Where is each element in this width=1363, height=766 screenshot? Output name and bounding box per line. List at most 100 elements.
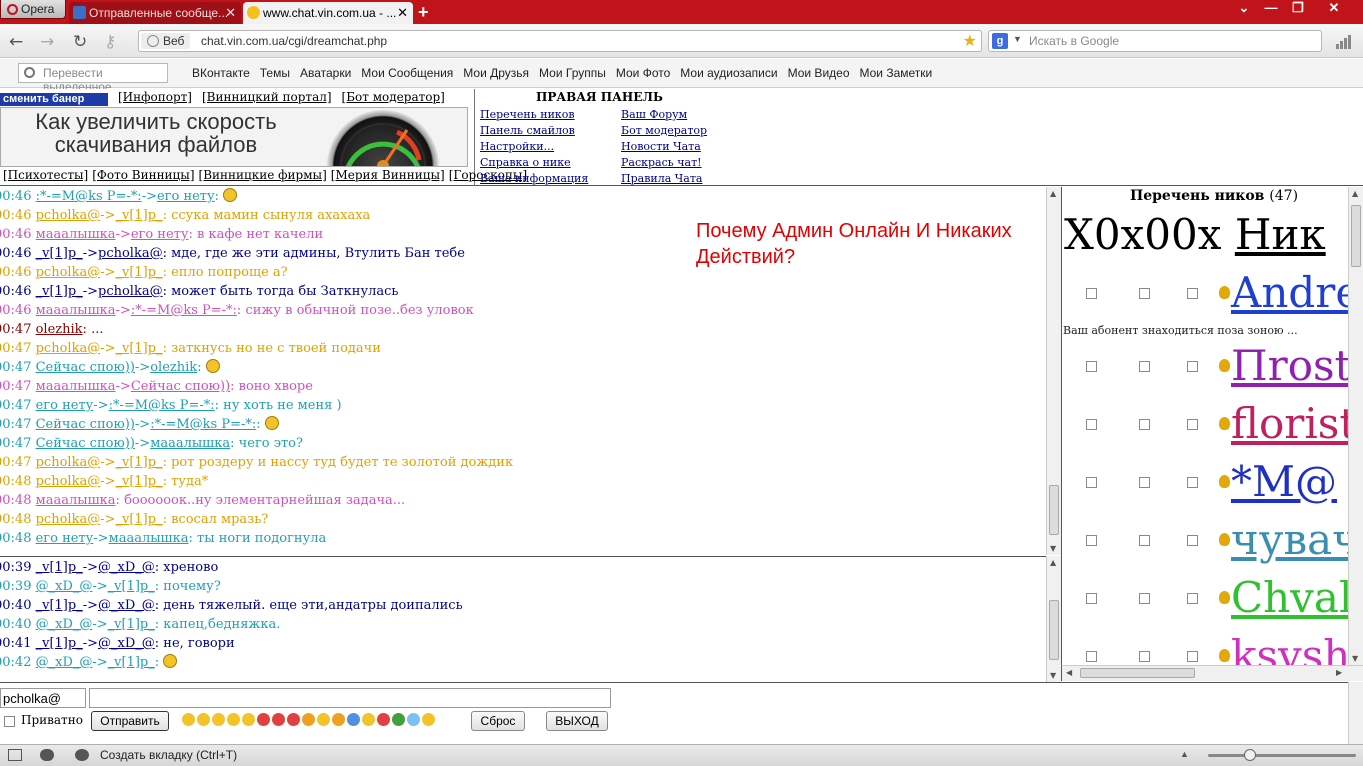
message-sender[interactable]: его нету (36, 531, 94, 546)
message-recipient[interactable]: @_xD_@ (98, 560, 155, 575)
nick-checkbox[interactable] (1086, 477, 1097, 488)
message-sender[interactable]: _v[1]p_ (36, 598, 83, 613)
message-recipient[interactable]: @_xD_@ (98, 636, 155, 651)
nick-checkbox[interactable] (1139, 361, 1150, 372)
smiley-icon[interactable] (317, 713, 330, 726)
new-tab-button[interactable]: + (418, 2, 429, 23)
scroll-down-icon[interactable]: ▼ (1050, 544, 1056, 553)
message-recipient[interactable]: olezhik (150, 360, 197, 375)
zoom-slider[interactable] (1208, 754, 1356, 757)
nick-list-item[interactable]: *M@ (1062, 457, 1348, 509)
header-link[interactable]: [Винницкий портал] (202, 90, 332, 104)
scroll-up-icon[interactable]: ▲ (1050, 558, 1056, 567)
message-sender[interactable]: мааалышка (36, 303, 116, 318)
nick-name[interactable]: *M@ (1231, 457, 1337, 507)
message-sender[interactable]: мааалышка (36, 379, 116, 394)
tab-chat[interactable]: www.chat.vin.com.ua - ... ✕ (243, 2, 413, 24)
smiley-icon[interactable] (182, 713, 195, 726)
cloud-icon[interactable] (40, 749, 54, 761)
nick-list-scrollbar[interactable]: ▲ ▼ (1348, 187, 1363, 665)
message-sender[interactable]: _v[1]p_ (36, 560, 83, 575)
scroll-thumb[interactable] (1351, 205, 1361, 267)
search-input[interactable]: g ▼ Искать в Google (988, 30, 1322, 52)
right-panel-link[interactable]: Бот модератор (621, 123, 707, 139)
nick-checkbox[interactable] (1086, 288, 1097, 299)
right-panel-link[interactable]: Ваш Форум (621, 107, 707, 123)
nick-name[interactable]: Andre (1231, 268, 1348, 318)
smiley-icon[interactable] (377, 713, 390, 726)
chat-messages-private[interactable]: 00:39 _v[1]p_->@_xD_@: хреново00:39 @_xD… (0, 556, 1046, 682)
bookmark-link[interactable]: Мои Видео (788, 66, 850, 80)
minimize-button[interactable]: — (1257, 0, 1285, 18)
message-sender[interactable]: pcholka@ (36, 455, 101, 470)
message-recipient[interactable]: _v[1]p_ (116, 455, 163, 470)
scroll-thumb[interactable] (1049, 485, 1059, 535)
web-badge[interactable]: Веб (141, 33, 191, 49)
message-sender[interactable]: pcholka@ (36, 341, 101, 356)
speed-bars-icon[interactable] (1336, 35, 1352, 49)
message-sender[interactable]: Сейчас спою)) (36, 436, 135, 451)
message-recipient[interactable]: мааалышка (109, 531, 189, 546)
chat-private-scrollbar[interactable]: ▲ ▼ (1046, 556, 1061, 682)
message-recipient[interactable]: _v[1]p_ (108, 655, 155, 670)
nick-checkbox[interactable] (1086, 419, 1097, 430)
scroll-down-icon[interactable]: ▼ (1352, 654, 1358, 663)
nick-checkbox[interactable] (1139, 477, 1150, 488)
header-link[interactable]: [Психотесты] (3, 168, 88, 182)
nick-checkbox[interactable] (1187, 651, 1198, 662)
nick-list-item[interactable]: Andre (1062, 268, 1348, 320)
smiley-icon[interactable] (347, 713, 360, 726)
scroll-up-icon[interactable]: ▲ (1050, 189, 1056, 198)
right-panel-link[interactable]: Ваша информация (480, 171, 588, 187)
nick-checkbox[interactable] (1139, 593, 1150, 604)
smiley-icon[interactable] (272, 713, 285, 726)
reset-button[interactable]: Сброс (471, 711, 525, 731)
maximize-button[interactable]: ❐ (1284, 0, 1312, 18)
scroll-thumb[interactable] (1049, 600, 1059, 660)
bookmark-link[interactable]: Мои Заметки (860, 66, 933, 80)
smiley-bar[interactable] (182, 713, 442, 729)
close-tab-icon[interactable]: ✕ (225, 5, 236, 21)
message-recipient[interactable]: Сейчас спою)) (131, 379, 230, 394)
back-arrow-icon[interactable]: ← (9, 32, 23, 52)
reload-icon[interactable]: ↻ (73, 32, 87, 52)
nick-checkbox[interactable] (1187, 419, 1198, 430)
message-sender[interactable]: @_xD_@ (36, 579, 93, 594)
message-sender[interactable]: Сейчас спою)) (36, 417, 135, 432)
nick-list-item[interactable]: florist (1062, 399, 1348, 451)
message-sender[interactable]: @_xD_@ (36, 617, 93, 632)
message-recipient[interactable]: мааалышка (150, 436, 230, 451)
forward-arrow-icon[interactable]: → (40, 32, 54, 52)
tab-sent-messages[interactable]: Отправленные сообще... ✕ (69, 2, 241, 24)
message-sender[interactable]: мааалышка (36, 227, 116, 242)
message-sender[interactable]: _v[1]p_ (36, 246, 83, 261)
message-recipient[interactable]: _v[1]p_ (116, 265, 163, 280)
header-link[interactable]: [Винницкие фирмы] (199, 168, 327, 182)
nick-name[interactable]: florist (1231, 399, 1348, 449)
nick-checkbox[interactable] (1086, 593, 1097, 604)
right-panel-link[interactable]: Раскрась чат! (621, 155, 707, 171)
nick-list-hscrollbar[interactable]: ◀ ▶ (1061, 665, 1363, 681)
message-sender[interactable]: его нету (36, 398, 94, 413)
close-window-button[interactable]: ✕ (1320, 0, 1348, 18)
message-sender[interactable]: _v[1]p_ (36, 636, 83, 651)
bookmark-link[interactable]: Мои Сообщения (361, 66, 453, 80)
panel-toggle-icon[interactable] (8, 749, 22, 761)
right-panel-link[interactable]: Перечень ников (480, 107, 588, 123)
nick-checkbox[interactable] (1187, 593, 1198, 604)
recipient-nick-field[interactable]: pcholka@ (0, 688, 86, 708)
message-recipient[interactable]: _v[1]p_ (116, 341, 163, 356)
header-link[interactable]: [Инфопорт] (118, 90, 192, 104)
chevron-down-icon[interactable]: ▼ (1013, 34, 1022, 44)
smiley-icon[interactable] (227, 713, 240, 726)
turbo-icon[interactable] (75, 749, 89, 761)
chevron-up-icon[interactable]: ▲ (1180, 749, 1194, 761)
ad-banner[interactable]: Как увеличить скорость скачивания файлов (0, 107, 468, 167)
message-sender[interactable]: pcholka@ (36, 474, 101, 489)
bookmark-link[interactable]: Мои Группы (539, 66, 606, 80)
nick-checkbox[interactable] (1139, 651, 1150, 662)
nick-checkbox[interactable] (1187, 361, 1198, 372)
message-sender[interactable]: _v[1]p_ (36, 284, 83, 299)
address-input[interactable]: Веб chat.vin.com.ua/cgi/dreamchat.php ★ (138, 30, 982, 52)
exit-button[interactable]: ВЫХОД (546, 711, 608, 731)
